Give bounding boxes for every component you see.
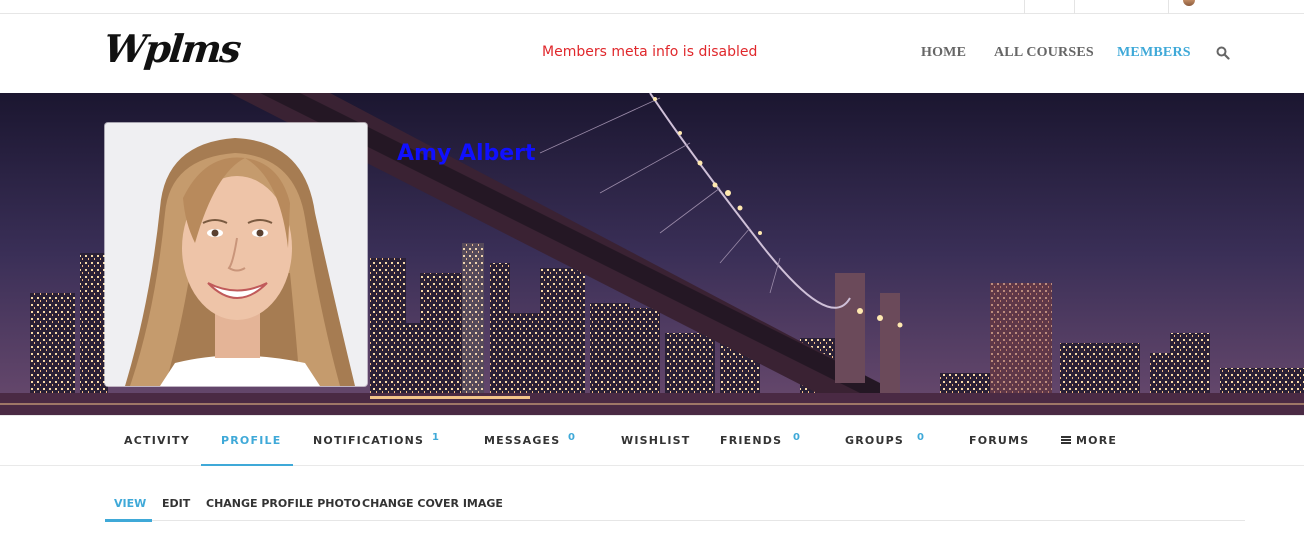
- site-logo[interactable]: Wplms: [102, 26, 242, 71]
- member-avatar[interactable]: [105, 123, 367, 386]
- tab-activity[interactable]: ACTIVITY: [124, 434, 190, 447]
- subtab-change-cover-image[interactable]: CHANGE COVER IMAGE: [362, 497, 503, 510]
- search-icon[interactable]: [1216, 46, 1230, 60]
- profile-tab-bar: ACTIVITY PROFILE NOTIFICATIONS 1 MESSAGE…: [0, 415, 1304, 466]
- utility-divider: [1074, 0, 1075, 14]
- friends-count-badge: 0: [793, 432, 800, 443]
- active-subtab-indicator: [105, 519, 152, 522]
- utility-divider: [1024, 0, 1025, 14]
- tab-messages[interactable]: MESSAGES: [484, 434, 560, 447]
- subtab-divider: [105, 520, 1245, 521]
- messages-count-badge: 0: [568, 432, 575, 443]
- tab-wishlist[interactable]: WISHLIST: [621, 434, 690, 447]
- meta-disabled-notice: Members meta info is disabled: [542, 44, 758, 60]
- hamburger-menu-icon: [1061, 436, 1071, 444]
- tab-friends[interactable]: FRIENDS: [720, 434, 782, 447]
- user-mini-avatar-icon[interactable]: [1183, 0, 1195, 6]
- nav-home[interactable]: HOME: [921, 45, 966, 61]
- groups-count-badge: 0: [917, 432, 924, 443]
- active-tab-indicator: [201, 464, 293, 466]
- nav-all-courses[interactable]: ALL COURSES: [994, 45, 1094, 61]
- tab-more-label: MORE: [1076, 434, 1118, 447]
- subtab-edit[interactable]: EDIT: [162, 497, 190, 510]
- subtab-change-profile-photo[interactable]: CHANGE PROFILE PHOTO: [206, 497, 361, 510]
- tab-more[interactable]: MORE: [1061, 434, 1117, 447]
- tab-profile[interactable]: PROFILE: [221, 434, 281, 447]
- utility-divider: [1168, 0, 1169, 14]
- profile-name[interactable]: Amy Albert: [397, 141, 536, 166]
- tab-notifications[interactable]: NOTIFICATIONS: [313, 434, 424, 447]
- subtab-view[interactable]: VIEW: [114, 497, 146, 510]
- top-utility-bar: [0, 0, 1304, 14]
- tab-forums[interactable]: FORUMS: [969, 434, 1029, 447]
- tab-groups[interactable]: GROUPS: [845, 434, 904, 447]
- notifications-count-badge: 1: [432, 432, 439, 443]
- nav-members[interactable]: MEMBERS: [1117, 45, 1191, 61]
- site-header: Wplms Members meta info is disabled HOME…: [0, 14, 1304, 93]
- member-avatar-photo-icon: [105, 123, 367, 386]
